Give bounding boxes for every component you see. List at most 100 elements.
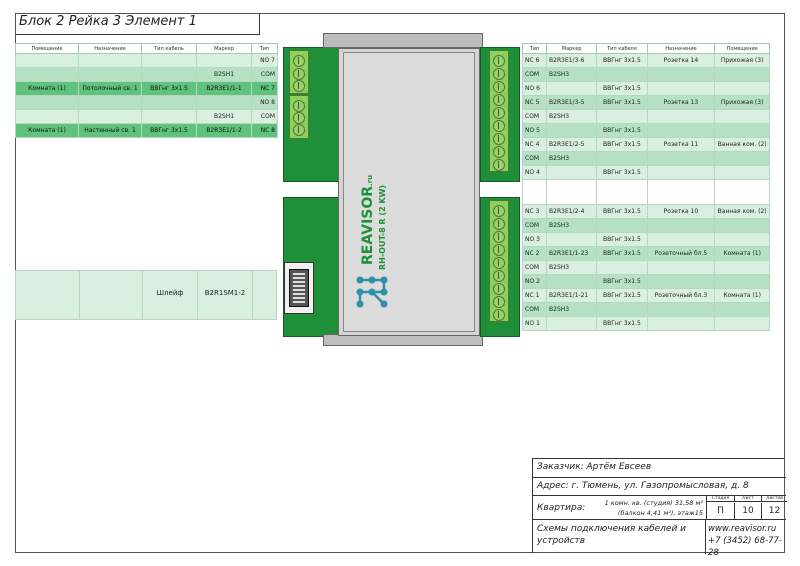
table-cell [646, 302, 716, 317]
table-cell [646, 165, 716, 180]
table-row: NC 4 B2R3E1/2-5 ВВГнг 3х1.5 Розетка 11 Ванна… [521, 137, 770, 152]
table-cell: ВВГнг 3х1.5 [596, 232, 648, 247]
right-header-cable: Тип кабеля [596, 43, 648, 54]
table-cell [196, 53, 252, 68]
table-cell: B2R3E1/1-1 [196, 81, 252, 96]
brand-name: REAVISOR [360, 185, 376, 265]
terminal-screw-icon [493, 244, 505, 256]
table-cell [646, 274, 716, 289]
terminal-screw-icon [493, 159, 505, 171]
right-connection-table: Тип Маркер Тип кабеля Назначение Помещен… [521, 43, 770, 331]
table-cell [646, 151, 716, 166]
terminal-screw-icon [493, 296, 505, 308]
terminal-screw-icon [493, 68, 505, 80]
address-line: Адрес: г. Тюмень, ул. Газопромысловая, д… [533, 478, 786, 496]
stage-value: П [717, 506, 724, 516]
table-cell: NO 2 [521, 274, 548, 289]
table-cell: Розеточный бл.3 [646, 288, 716, 303]
table-cell [714, 165, 770, 180]
table-cell: ВВГнг 3х1.5 [596, 204, 648, 219]
table-cell: B2SH3 [546, 67, 598, 82]
table-cell: ВВГнг 3х1.5 [596, 81, 648, 96]
table-cell: COM [251, 109, 278, 124]
table-cell: ВВГнг 3х1.5 [596, 288, 648, 303]
table-cell [714, 232, 770, 247]
table-cell: ВВГнг 3х1.5 [596, 53, 648, 68]
rj45-port [284, 262, 314, 314]
table-cell [714, 81, 770, 96]
table-row: NO 6 ВВГнг 3х1.5 [521, 81, 770, 96]
table-row: COM B2SH3 [521, 67, 770, 82]
website-link[interactable]: www.reavisor.ru [708, 523, 784, 535]
table-cell [714, 316, 770, 331]
table-cell: NC 2 [521, 246, 548, 261]
terminal-screw-icon [493, 231, 505, 243]
table-cell: B2R3E1/1-2 [196, 123, 252, 138]
table-row: NC 5 B2R3E1/3-5 ВВГнг 3х1.5 Розетка 13 Прихо… [521, 95, 770, 110]
table-cell: NC 3 [521, 204, 548, 219]
table-cell: Настенный св. 1 [78, 123, 142, 138]
table-cell [714, 67, 770, 82]
table-cell [714, 302, 770, 317]
table-cell [546, 232, 598, 247]
table-cell [15, 109, 79, 124]
table-cell: B2R3E1/3-6 [546, 53, 598, 68]
table-cell: COM [521, 218, 548, 233]
table-cell: B2R3E1/3-5 [546, 95, 598, 110]
table-cell [714, 123, 770, 138]
table-row: NO 3 ВВГнг 3х1.5 [521, 232, 770, 247]
left-header-marker: Маркер [196, 43, 252, 54]
table-cell: NC 4 [521, 137, 548, 152]
sheets-value: 12 [761, 503, 787, 520]
table-cell: B2R3E1/2-4 [546, 204, 598, 219]
table-row: COM B2SH3 [521, 302, 770, 317]
table-row: COM B2SH3 [521, 109, 770, 124]
table-cell: COM [521, 67, 548, 82]
table-row [521, 179, 770, 205]
right-table-header: Тип Маркер Тип кабеля Назначение Помещен… [521, 43, 770, 54]
table-cell [596, 109, 648, 124]
table-cell: ВВГнг 3х1.5 [596, 274, 648, 289]
terminal-screw-icon [493, 81, 505, 93]
terminal-screw-icon [493, 146, 505, 158]
sheet-label: Лист [734, 496, 761, 502]
customer-line: Заказчик: Артём Евсеев [533, 459, 786, 478]
table-cell [78, 67, 142, 82]
apartment-line-2: (балкон 4,41 м²), этаж15 [617, 509, 703, 517]
table-cell [546, 81, 598, 96]
table-row: COM B2SH3 [521, 151, 770, 166]
bus-marker: B2R1SM1-2 [204, 289, 246, 297]
table-cell [646, 179, 716, 205]
table-cell [596, 302, 648, 317]
table-cell [78, 109, 142, 124]
bus-cable-type: Шлейф [156, 289, 184, 297]
table-row: NO 4 ВВГнг 3х1.5 [521, 165, 770, 180]
table-cell: Розетка 13 [646, 95, 716, 110]
table-row: NO 8 [15, 95, 278, 110]
table-cell: B2R3E1/1-21 [546, 288, 598, 303]
table-cell [714, 260, 770, 275]
table-cell [714, 109, 770, 124]
right-header-type: Тип [521, 43, 548, 54]
right-header-purpose: Назначение [646, 43, 716, 54]
table-cell: NO 6 [521, 81, 548, 96]
left-header-cable: Тип кабель [141, 43, 197, 54]
apartment-row: Квартира: 1 комн. кв. (студия) 31,58 м² … [533, 496, 787, 520]
table-cell [714, 151, 770, 166]
table-cell: B2R3E1/1-23 [546, 246, 598, 261]
table-cell: Розетка 14 [646, 53, 716, 68]
table-cell [15, 67, 79, 82]
terminal-screw-icon [493, 107, 505, 119]
left-connection-table: Помещение Назначение Тип кабель Маркер Т… [15, 43, 278, 138]
table-cell: Комната (1) [714, 288, 770, 303]
table-cell: NO 4 [521, 165, 548, 180]
table-row: B2SH1 COM [15, 67, 278, 82]
terminal-screw-icon [493, 218, 505, 230]
table-cell [596, 67, 648, 82]
table-cell: COM [521, 260, 548, 275]
table-cell: NO 1 [521, 316, 548, 331]
table-cell: ВВГнг 3х1.5 [596, 137, 648, 152]
table-cell: COM [521, 302, 548, 317]
table-cell: B2SH1 [196, 67, 252, 82]
stage-label: Стадия [707, 496, 734, 502]
